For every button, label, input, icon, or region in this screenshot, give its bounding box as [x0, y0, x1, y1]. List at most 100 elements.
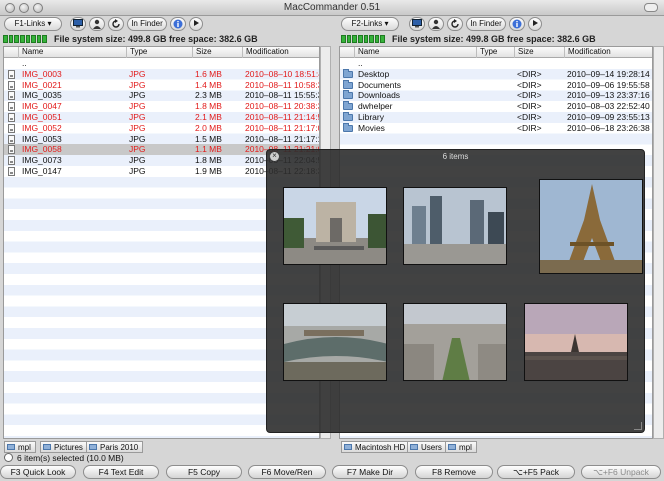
left-play-button[interactable]: [189, 17, 203, 31]
left-links-dropdown[interactable]: F1-Links ▾: [4, 17, 62, 31]
la-defense-photo[interactable]: [403, 187, 507, 265]
refresh-icon: [112, 19, 120, 28]
right-col-type[interactable]: Type: [476, 47, 514, 58]
right-refresh-button[interactable]: [447, 17, 463, 31]
right-cell-name: dwhelper: [358, 101, 393, 112]
left-cell-size: 1.8 MB: [195, 155, 222, 166]
left-cell-size: 1.1 MB: [195, 144, 222, 155]
right-col-size[interactable]: Size: [514, 47, 564, 58]
left-file-row[interactable]: IMG_0035 JPG 2.3 MB 2010–08–11 15:55:38: [4, 90, 319, 101]
right-links-label: F2-Links: [351, 19, 383, 28]
quick-look-title: 6 items: [442, 152, 469, 161]
left-file-row[interactable]: ..: [4, 58, 319, 69]
right-file-row[interactable]: ..: [340, 58, 652, 69]
refresh-icon: [451, 19, 459, 28]
user-icon: [93, 19, 101, 29]
right-cell-name: Library: [358, 111, 384, 122]
left-path-crumb-2[interactable]: Paris 2010: [86, 441, 144, 453]
left-disk-status: File system size: 499.8 GB free space: 3…: [0, 33, 330, 45]
left-links-label: F1-Links: [14, 19, 46, 28]
right-path-crumb-1[interactable]: Users: [407, 441, 447, 453]
folder-icon: [343, 111, 353, 121]
left-file-row[interactable]: IMG_0053 JPG 1.5 MB 2010–08–11 21:17:14: [4, 134, 319, 145]
right-cell-modified: 2010–09–13 23:37:16: [567, 90, 650, 101]
left-cell-type: JPG: [129, 90, 146, 101]
fkey-button-4[interactable]: F6 Move/Ren: [248, 465, 326, 479]
left-in-finder-button[interactable]: In Finder: [127, 17, 167, 31]
right-computer-button[interactable]: [409, 17, 425, 31]
right-cell-size: <DIR>: [517, 111, 542, 122]
left-home-button[interactable]: [89, 17, 105, 31]
left-col-size[interactable]: Size: [192, 47, 242, 58]
left-file-row[interactable]: IMG_0047 JPG 1.8 MB 2010–08–11 20:38:32: [4, 101, 319, 112]
fkey-button-6[interactable]: F8 Remove: [415, 465, 493, 479]
left-file-row[interactable]: IMG_0052 JPG 2.0 MB 2010–08–11 21:17:06: [4, 123, 319, 134]
left-col-type[interactable]: Type: [126, 47, 192, 58]
left-cell-type: JPG: [129, 111, 146, 122]
fkey-button-5[interactable]: F7 Make Dir: [332, 465, 408, 479]
champ-de-mars-photo[interactable]: [403, 303, 507, 381]
left-cell-name: IMG_0003: [22, 68, 62, 79]
right-path-crumb-2[interactable]: mpl: [445, 441, 477, 453]
folder-icon: [343, 90, 353, 100]
right-file-row[interactable]: Downloads <DIR> 2010–09–13 23:37:16: [340, 90, 652, 101]
folder-icon: [410, 444, 418, 450]
right-file-row[interactable]: Desktop <DIR> 2010–09–14 19:28:14: [340, 68, 652, 80]
file-icon: [8, 69, 15, 79]
fkey-button-2[interactable]: F4 Text Edit: [83, 465, 159, 479]
fkey-button-1[interactable]: F3 Quick Look: [0, 465, 76, 479]
left-cell-size: 1.9 MB: [195, 165, 222, 176]
home-folder-icon: [448, 444, 456, 450]
fkey-button-8[interactable]: ⌥+F6 Unpack: [581, 465, 661, 479]
file-icon: [8, 91, 15, 101]
paris-sunset-photo[interactable]: [524, 303, 628, 381]
left-file-row[interactable]: IMG_0021 JPG 1.4 MB 2010–08–11 10:58:33: [4, 80, 319, 91]
left-path-crumb-0[interactable]: mpl: [4, 441, 36, 453]
left-cell-type: JPG: [129, 122, 146, 133]
selection-info: 6 item(s) selected (10.0 MB): [4, 453, 124, 464]
left-info-button[interactable]: [170, 17, 186, 31]
right-cell-modified: 2010–08–03 22:52:40: [567, 101, 650, 112]
left-toolbar: F1-Links ▾ In Finder: [0, 17, 330, 32]
left-cell-modified: 2010–08–10 18:51:40: [245, 68, 320, 79]
arc-de-triomphe-photo[interactable]: [283, 187, 387, 265]
right-in-finder-button[interactable]: In Finder: [466, 17, 506, 31]
toolbar-toggle-button[interactable]: [644, 3, 658, 12]
title-bar: MacCommander 0.51: [0, 0, 664, 16]
right-col-name[interactable]: Name: [354, 47, 476, 58]
left-computer-button[interactable]: [70, 17, 86, 31]
eiffel-tower-photo[interactable]: [539, 179, 643, 274]
right-scrollbar[interactable]: [653, 46, 664, 439]
fkey-button-7[interactable]: ⌥+F5 Pack: [497, 465, 575, 479]
left-cell-name: IMG_0058: [22, 144, 62, 155]
right-play-button[interactable]: [528, 17, 542, 31]
right-cell-size: <DIR>: [517, 101, 542, 112]
left-column-header: Name Type Size Modification: [4, 47, 319, 58]
right-file-row[interactable]: Movies <DIR> 2010–06–18 23:26:38: [340, 122, 652, 134]
right-cell-modified: 2010–06–18 23:26:38: [567, 122, 650, 133]
right-col-modification[interactable]: Modification: [564, 47, 652, 58]
left-col-name[interactable]: Name: [18, 47, 126, 58]
left-file-row[interactable]: IMG_0003 JPG 1.6 MB 2010–08–10 18:51:40: [4, 69, 319, 80]
right-file-row[interactable]: Documents <DIR> 2010–09–06 19:55:58: [340, 79, 652, 91]
right-links-dropdown[interactable]: F2-Links ▾: [341, 17, 399, 31]
left-cell-name: IMG_0073: [22, 155, 62, 166]
resize-grip[interactable]: [634, 422, 642, 430]
left-cell-type: JPG: [129, 101, 146, 112]
seine-river-photo[interactable]: [283, 303, 387, 381]
info-icon: [512, 19, 522, 29]
left-refresh-button[interactable]: [108, 17, 124, 31]
right-file-row[interactable]: Library <DIR> 2010–09–09 23:55:13: [340, 111, 652, 123]
quick-look-panel[interactable]: × 6 items: [266, 149, 645, 433]
right-path-crumb-0[interactable]: Macintosh HD: [341, 441, 411, 453]
right-home-button[interactable]: [428, 17, 444, 31]
left-col-modification[interactable]: Modification: [242, 47, 319, 58]
right-info-button[interactable]: [509, 17, 525, 31]
left-file-row[interactable]: IMG_0051 JPG 2.1 MB 2010–08–11 21:14:57: [4, 112, 319, 123]
fkey-button-3[interactable]: F5 Copy: [166, 465, 242, 479]
left-path-crumb-1[interactable]: Pictures: [40, 441, 88, 453]
selection-text: 6 item(s) selected (10.0 MB): [17, 453, 124, 463]
right-file-row[interactable]: dwhelper <DIR> 2010–08–03 22:52:40: [340, 101, 652, 112]
right-cell-name: ..: [358, 58, 363, 68]
help-icon[interactable]: [4, 453, 13, 462]
